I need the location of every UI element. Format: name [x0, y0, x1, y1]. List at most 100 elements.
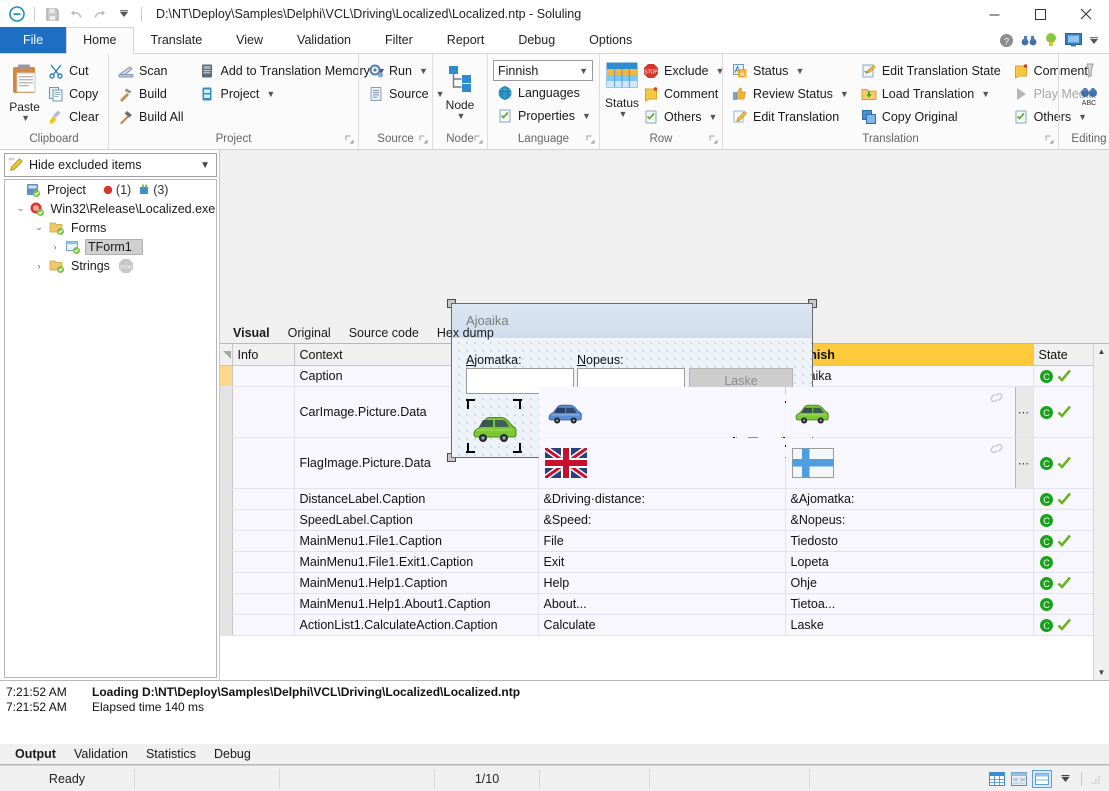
cell-translation[interactable]: Ajoaika [785, 365, 1034, 387]
table-row[interactable]: MainMenu1.Help1.About1.Caption About... … [220, 593, 1093, 615]
project-tree[interactable]: Project (1) (3) ⌄ Win32\Release\Localize… [4, 179, 217, 678]
open-editor-button[interactable]: ⋯ [1014, 438, 1033, 488]
preview-tab-hex-dump[interactable]: Hex dump [427, 324, 502, 343]
row-indicator[interactable] [220, 488, 233, 510]
table-row[interactable]: MainMenu1.File1.Exit1.Caption Exit Lopet… [220, 551, 1093, 573]
chevron-down-icon[interactable] [1056, 771, 1074, 787]
lightbulb-icon[interactable] [1044, 32, 1058, 51]
cell-info[interactable] [232, 488, 295, 510]
row-indicator[interactable] [220, 551, 233, 573]
table-row[interactable]: MainMenu1.Help1.Caption Help Ohje C [220, 572, 1093, 594]
save-icon[interactable] [41, 3, 63, 25]
column-header-finnish[interactable]: Finnish [785, 344, 1034, 366]
cell-state[interactable]: C [1033, 551, 1093, 573]
output-panel[interactable]: 7:21:52 AM Loading D:\NT\Deploy\Samples\… [0, 680, 1109, 744]
ribbon-tab-translate[interactable]: Translate [134, 27, 220, 53]
cell-info[interactable] [232, 437, 295, 489]
cell-context[interactable]: MainMenu1.File1.Caption [294, 530, 539, 552]
build-button[interactable]: Build [114, 83, 187, 105]
table-row[interactable]: DistanceLabel.Caption &Driving·distance:… [220, 488, 1093, 510]
ribbon-tab-debug[interactable]: Debug [501, 27, 572, 53]
paste-button[interactable]: Paste ▼ [5, 60, 44, 123]
cut-button[interactable]: Cut [44, 60, 103, 82]
output-tab-output[interactable]: Output [5, 745, 64, 764]
row-indicator[interactable] [220, 437, 233, 489]
row-indicator[interactable] [220, 572, 233, 594]
table-row[interactable]: SpeedLabel.Caption &Speed: &Nopeus: C [220, 509, 1093, 531]
edit-translation-state-button[interactable]: Edit Translation State [857, 60, 1005, 82]
output-tab-statistics[interactable]: Statistics [136, 745, 204, 764]
row-comment-button[interactable]: Comment [639, 83, 728, 105]
language-combo[interactable]: Finnish ▼ [493, 60, 593, 81]
tree-expander[interactable]: › [49, 242, 61, 252]
row-status-button[interactable]: Status ▼ [605, 60, 639, 119]
copy-original-button[interactable]: Copy Original [857, 106, 1005, 128]
cell-original[interactable]: About... [538, 593, 786, 615]
translation-grid[interactable]: Info Context Original Finnish State [220, 344, 1093, 680]
tree-node-forms[interactable]: ⌄ Forms [5, 218, 216, 237]
chevron-down-icon[interactable] [113, 3, 135, 25]
ribbon-tab-view[interactable]: View [219, 27, 280, 53]
row-indicator[interactable] [220, 593, 233, 615]
dialog-launcher-icon[interactable] [345, 134, 354, 144]
cell-info[interactable] [232, 509, 295, 531]
table-corner-header[interactable] [220, 344, 233, 366]
row-indicator[interactable] [220, 386, 233, 438]
close-button[interactable] [1063, 0, 1109, 28]
cell-original[interactable]: File [538, 530, 786, 552]
maximize-button[interactable] [1017, 0, 1063, 28]
cell-translation[interactable]: Laske [785, 614, 1034, 636]
cell-info[interactable] [232, 551, 295, 573]
chevron-down-icon[interactable]: ▼ [840, 89, 849, 99]
row-others-button[interactable]: Others ▼ [639, 106, 728, 128]
ribbon-tab-home[interactable]: Home [66, 27, 134, 54]
cell-translation[interactable]: Ohje [785, 572, 1034, 594]
cell-state[interactable]: C [1033, 593, 1093, 615]
translation-status-button[interactable]: A Status ▼ [728, 60, 853, 82]
chevron-down-icon[interactable]: ▼ [582, 111, 591, 121]
cell-state[interactable]: C [1033, 437, 1093, 489]
exclude-button[interactable]: STOP Exclude ▼ [639, 60, 728, 82]
dialog-launcher-icon[interactable] [1045, 134, 1054, 144]
column-header-info[interactable]: Info [232, 344, 295, 366]
load-translation-button[interactable]: Load Translation ▼ [857, 83, 1005, 105]
undo-icon[interactable] [65, 3, 87, 25]
scroll-up-button[interactable]: ▲ [1095, 345, 1108, 358]
preview-tab-original[interactable]: Original [278, 324, 339, 343]
scroll-down-button[interactable]: ▼ [1095, 666, 1108, 679]
ribbon-tab-options[interactable]: Options [572, 27, 649, 53]
output-tab-debug[interactable]: Debug [204, 745, 259, 764]
cell-context[interactable]: ActionList1.CalculateAction.Caption [294, 614, 539, 636]
ribbon-tab-validation[interactable]: Validation [280, 27, 368, 53]
cell-original[interactable] [538, 437, 786, 489]
row-indicator[interactable] [220, 365, 233, 387]
cell-info[interactable] [232, 365, 295, 387]
redo-icon[interactable] [89, 3, 111, 25]
cell-info[interactable] [232, 593, 295, 615]
chevron-down-icon[interactable]: ▼ [981, 89, 990, 99]
cell-translation[interactable]: Lopeta [785, 551, 1034, 573]
row-indicator[interactable] [220, 614, 233, 636]
link-chain-icon[interactable] [988, 391, 1005, 404]
tree-node-project[interactable]: Project (1) (3) [5, 180, 216, 199]
chevron-down-icon[interactable]: ▼ [266, 89, 275, 99]
copy-button[interactable]: Copy [44, 83, 103, 105]
open-editor-button[interactable]: ⋯ [1014, 387, 1033, 437]
node-button[interactable]: Node ▼ [438, 60, 482, 121]
monitor-icon[interactable] [1065, 33, 1082, 50]
app-menu-button[interactable] [6, 3, 28, 25]
ribbon-tab-report[interactable]: Report [430, 27, 502, 53]
cell-state[interactable]: C [1033, 572, 1093, 594]
form-view-icon[interactable] [1010, 771, 1028, 787]
chevron-down-icon[interactable]: ▼ [419, 66, 428, 76]
tree-expander[interactable]: › [33, 261, 45, 271]
grid-view-icon[interactable] [988, 771, 1006, 787]
properties-button[interactable]: Properties ▼ [493, 105, 595, 127]
cell-original[interactable]: &Driving·distance: [538, 488, 786, 510]
cell-original[interactable]: Exit [538, 551, 786, 573]
cell-original[interactable]: &Speed: [538, 509, 786, 531]
ribbon-tab-filter[interactable]: Filter [368, 27, 430, 53]
cell-context[interactable]: SpeedLabel.Caption [294, 509, 539, 531]
row-indicator[interactable] [220, 530, 233, 552]
hide-excluded-items-combo[interactable]: Hide excluded items ▼ [4, 153, 217, 177]
